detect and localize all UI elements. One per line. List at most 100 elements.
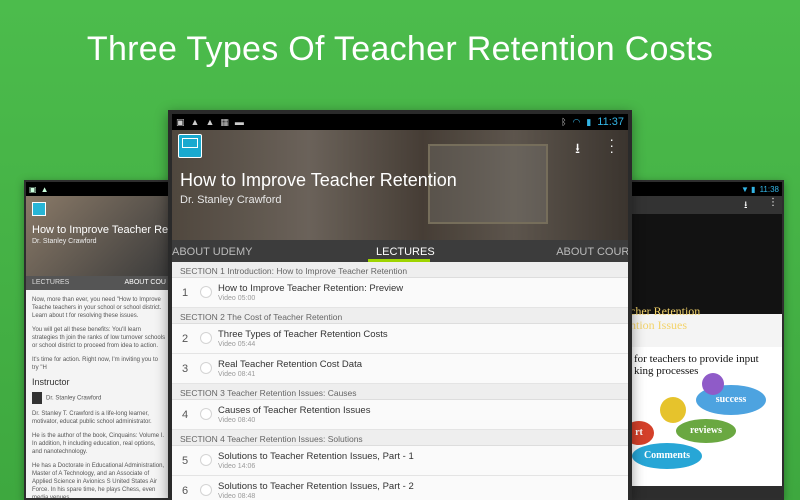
lecture-title: Solutions to Teacher Retention Issues, P… [218, 481, 414, 492]
download-icon[interactable]: ⭳ [575, 138, 580, 162]
lecture-text: Causes of Teacher Retention Issues Video… [218, 405, 370, 424]
more-options-icon[interactable]: ⋮ [768, 197, 778, 208]
left-course-title: How to Improve Teacher Reten [32, 224, 174, 236]
lecture-number: 5 [181, 454, 189, 467]
list-item[interactable]: 3 Real Teacher Retention Cost Data Video… [172, 354, 628, 384]
tab-about-udemy[interactable]: ABOUT UDEMY [172, 246, 252, 258]
gear-purple [702, 373, 724, 395]
lecture-title: Causes of Teacher Retention Issues [218, 405, 371, 416]
lecture-title: How to Improve Teacher Retention: Previe… [218, 283, 404, 294]
tab-lectures[interactable]: LECTURES [376, 246, 435, 258]
list-item[interactable]: 5 Solutions to Teacher Retention Issues,… [172, 446, 628, 476]
right-slide-heading-1: cher Retention [630, 304, 701, 318]
download-icon[interactable]: ⭳ [744, 198, 748, 215]
notification-icon: ▣ [176, 116, 185, 127]
left-course-author: Dr. Stanley Crawford [32, 238, 97, 245]
section-header: SECTION 1 Introduction: How to Improve T… [172, 262, 628, 278]
lecture-title: Three Types of Teacher Retention Costs [218, 329, 388, 340]
lecture-title: Solutions to Teacher Retention Issues, P… [218, 451, 414, 462]
bluetooth-icon: ᛒ [561, 117, 567, 127]
right-slide: for teachers to provide input king proce… [630, 347, 782, 487]
status-bar: ▣ ▲ ▲ ▦ ▬ ᛒ ◠ ▮ 11:37 [172, 114, 628, 130]
right-status-bar: ▼ ▮ 11:38 [630, 182, 782, 196]
course-header: ⭳ · · · How to Improve Teacher Retention D… [172, 130, 628, 240]
warning-icon: ▲ [40, 184, 49, 194]
lecture-title: Real Teacher Retention Cost Data [218, 359, 362, 370]
lecture-meta: Video 05:44 [218, 341, 256, 348]
right-slide-heading-2: ntion Issues [630, 318, 687, 332]
alert-icon: ▲ [205, 117, 215, 127]
warning-icon: ▲ [190, 117, 200, 127]
list-item[interactable]: 4 Causes of Teacher Retention Issues Vid… [172, 400, 628, 430]
lecture-meta: Video 08:41 [218, 371, 256, 378]
right-icons: ▼ ▮ [741, 184, 756, 194]
right-video-area: cher Retention ntion Issues [630, 214, 782, 332]
right-clock: 11:38 [759, 184, 779, 194]
lecture-number: 2 [181, 332, 189, 345]
progress-circle-icon [200, 484, 212, 496]
lecture-number: 3 [181, 362, 189, 375]
left-desc-p3: It's time for action. Right now, I'm inv… [32, 357, 159, 371]
right-action-bar: ⭳ ⋮ [630, 196, 782, 214]
section-header: SECTION 2 The Cost of Teacher Retention [172, 308, 628, 324]
list-item[interactable]: 1 How to Improve Teacher Retention: Prev… [172, 278, 628, 308]
left-course-header: How to Improve Teacher Reten Dr. Stanley… [26, 196, 172, 276]
right-device-screenshot: ▼ ▮ 11:38 ⭳ ⋮ cher Retention ntion Issue… [628, 180, 784, 500]
course-author: Dr. Stanley Crawford [180, 194, 282, 206]
section-header: SECTION 4 Teacher Retention Issues: Solu… [172, 430, 628, 446]
left-tab-about-course[interactable]: ABOUT COU [125, 279, 167, 287]
left-desc-p2: You will get all these benefits: You'll … [32, 327, 166, 349]
status-right: ᛒ ◠ ▮ 11:37 [561, 116, 624, 128]
lecture-text: Solutions to Teacher Retention Issues, P… [218, 451, 414, 470]
progress-circle-icon [200, 454, 212, 466]
lecture-meta: Video 08:48 [218, 493, 256, 500]
left-status-bar: ▣ ▲ [26, 182, 172, 196]
left-tab-lectures[interactable]: LECTURES [32, 279, 69, 287]
wifi-icon: ◠ [572, 116, 581, 127]
lecture-number: 4 [181, 408, 189, 421]
lecture-text: Three Types of Teacher Retention Costs V… [218, 329, 388, 348]
tab-bar: ABOUT UDEMY LECTURES ABOUT COURSE [172, 240, 628, 262]
tab-about-course[interactable]: ABOUT COURSE [556, 246, 628, 258]
left-desc-p4: Dr. Stanley T. Crawford is a life-long l… [32, 411, 152, 425]
lecture-text: Real Teacher Retention Cost Data Video 0… [218, 359, 362, 378]
flag-icon: ▬ [234, 117, 244, 127]
gear-comments: Comments [632, 443, 702, 469]
section-header: SECTION 3 Teacher Retention Issues: Caus… [172, 384, 628, 400]
left-desc-p5: He is the author of the book, Cinquains:… [32, 433, 165, 455]
lecture-meta: Video 14:06 [218, 463, 256, 470]
left-desc-p6: He has a Doctorate in Educational Admini… [32, 463, 165, 500]
left-course-description: Now, more than ever, you need "How to Im… [26, 290, 172, 500]
course-title: How to Improve Teacher Retention [180, 170, 457, 190]
list-item[interactable]: 6 Solutions to Teacher Retention Issues,… [172, 476, 628, 500]
progress-circle-icon [200, 408, 212, 420]
gear-yellow [660, 397, 686, 423]
headline: Three Types Of Teacher Retention Costs [86, 30, 714, 68]
list-item[interactable]: 2 Three Types of Teacher Retention Costs… [172, 324, 628, 354]
left-tabs: LECTURES ABOUT COU [26, 276, 172, 290]
lecture-text: Solutions to Teacher Retention Issues, P… [218, 481, 414, 500]
battery-icon: ▮ [586, 116, 592, 127]
lecture-text: How to Improve Teacher Retention: Previe… [218, 283, 403, 302]
left-instructor-name: Dr. Stanley Crawford [46, 395, 102, 402]
left-device-screenshot: ▣ ▲ How to Improve Teacher Reten Dr. Sta… [24, 180, 174, 500]
lecture-number: 1 [181, 286, 189, 299]
progress-circle-icon [200, 286, 212, 298]
right-slide-line-1: for teachers to provide input [634, 353, 759, 365]
image-icon: ▦ [220, 116, 229, 127]
lecture-meta: Video 05:00 [218, 295, 256, 302]
progress-circle-icon [200, 362, 212, 374]
lecture-list: SECTION 1 Introduction: How to Improve T… [172, 262, 628, 500]
notification-icon: ▣ [29, 184, 37, 194]
left-instructor-heading: Instructor [32, 377, 70, 387]
main-device-screenshot: ▣ ▲ ▲ ▦ ▬ ᛒ ◠ ▮ 11:37 ⭳ · · · How to Impro… [168, 110, 632, 500]
progress-circle-icon [200, 332, 212, 344]
right-bottom-bar [630, 486, 782, 498]
gear-reviews: reviews [676, 419, 736, 443]
left-desc-p1: Now, more than ever, you need "How to Im… [32, 297, 162, 319]
lecture-number: 6 [181, 484, 189, 497]
more-options-icon[interactable]: · · · [609, 132, 614, 158]
lecture-meta: Video 08:40 [218, 417, 256, 424]
udemy-logo-icon[interactable] [178, 134, 202, 158]
clock: 11:37 [597, 116, 624, 128]
